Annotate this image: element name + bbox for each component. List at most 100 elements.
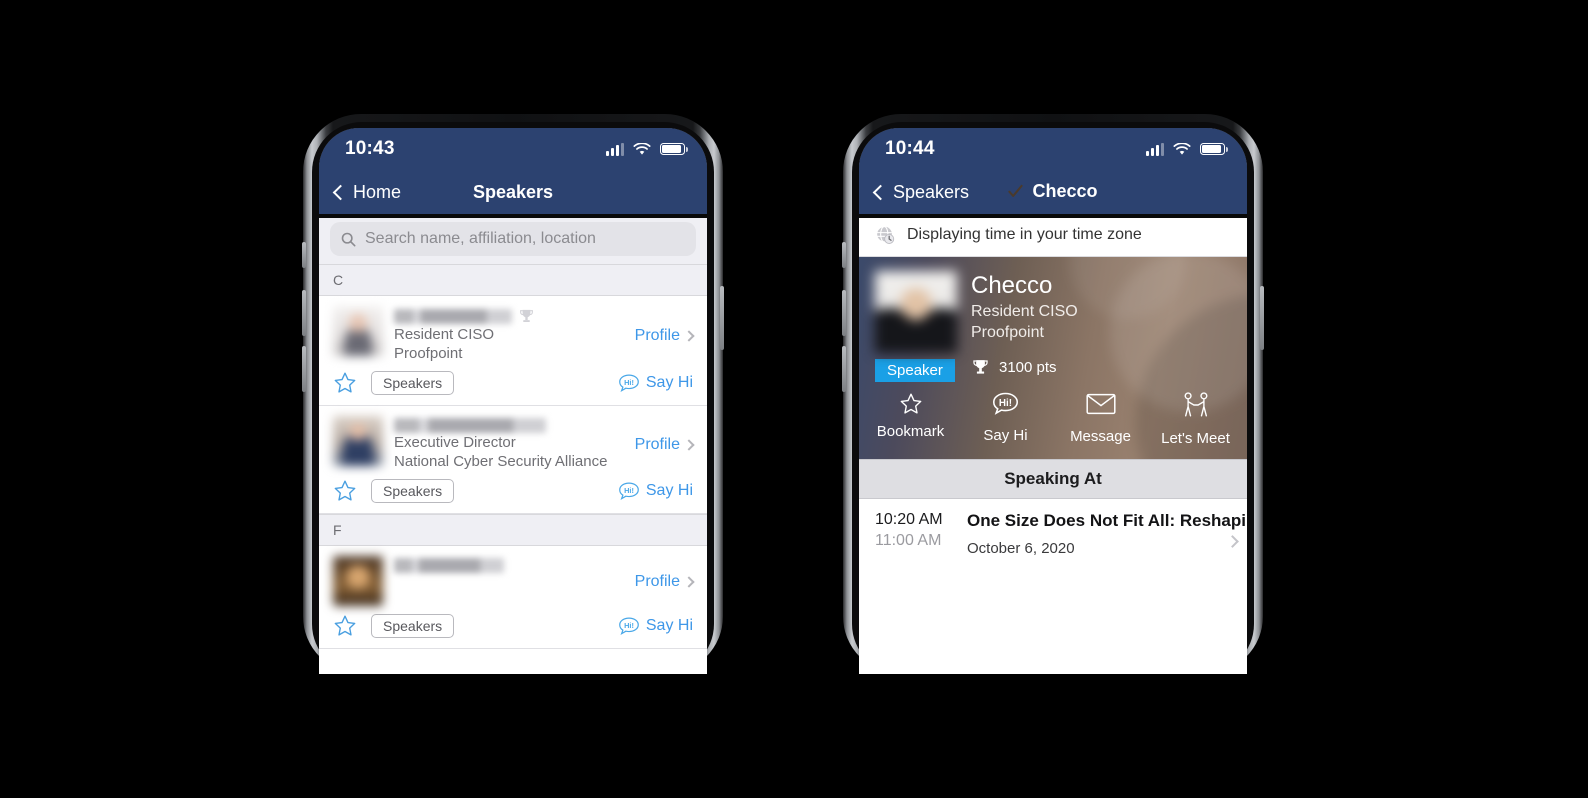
session-date: October 6, 2020	[967, 540, 1075, 557]
list-section-header: C	[319, 264, 707, 296]
profile-actions[interactable]: Bookmark Hi! Say Hi Message Let's Meet	[859, 382, 1247, 459]
timezone-notice: Displaying time in your time zone	[859, 214, 1247, 257]
person-name	[394, 418, 546, 433]
list-item[interactable]: Executive Director National Cyber Securi…	[319, 406, 707, 514]
status-clock: 10:44	[885, 138, 935, 159]
back-button-label: Home	[353, 181, 402, 202]
wifi-icon	[633, 142, 651, 155]
star-outline-icon	[334, 372, 356, 393]
session-end-time: 11:00 AM	[875, 532, 942, 549]
screenshot-stage: 10:43 Home Speakers Search name, affilia…	[0, 0, 1588, 798]
back-button-home[interactable]: Home	[332, 181, 402, 203]
profile-hero-row: Speaker Checco Resident CISO Proofpoint	[859, 257, 1247, 382]
list-item-actions: Speakers Hi! Say Hi	[333, 471, 693, 513]
person-info	[394, 556, 624, 606]
chevron-left-icon	[332, 184, 349, 200]
role-tag[interactable]: Speakers	[371, 371, 455, 395]
list-item-main: Profile	[333, 556, 695, 606]
back-button-label: Speakers	[893, 181, 970, 202]
profile-link-label: Profile	[634, 326, 680, 344]
back-button-speakers[interactable]: Speakers	[872, 181, 970, 203]
status-icons	[1146, 142, 1228, 156]
mute-switch[interactable]	[302, 242, 306, 268]
profile-link-button[interactable]: Profile	[634, 556, 695, 606]
list-item-main: Executive Director National Cyber Securi…	[333, 416, 695, 471]
say-hi-button[interactable]: Hi! Say Hi	[618, 617, 693, 635]
say-hi-button[interactable]: Hi! Say Hi	[618, 482, 693, 500]
session-row[interactable]: 10:20 AM 11:00 AM One Size Does Not Fit …	[859, 499, 1247, 569]
list-section-header: F	[319, 514, 707, 546]
signal-bars-icon	[1146, 142, 1164, 156]
action-bookmark[interactable]: Bookmark	[863, 392, 958, 447]
phone-device-right: 10:44 Speakers Checco Displaying time in…	[842, 114, 1264, 674]
list-item-actions: Speakers Hi! Say Hi	[333, 606, 693, 648]
session-times: 10:20 AM 11:00 AM	[875, 509, 953, 552]
trophy-icon	[973, 360, 988, 374]
chevron-right-icon	[683, 329, 695, 342]
volume-up-button[interactable]	[842, 290, 846, 336]
status-badge: Speaker	[875, 359, 955, 382]
person-org: National Cyber Security Alliance	[394, 453, 608, 470]
power-button[interactable]	[720, 286, 724, 350]
screen-left: 10:43 Home Speakers Search name, affilia…	[319, 128, 707, 674]
timezone-text: Displaying time in your time zone	[907, 226, 1142, 243]
volume-down-button[interactable]	[302, 346, 306, 392]
power-button[interactable]	[1260, 286, 1264, 350]
profile-info: Checco Resident CISO Proofpoint 3100 pts	[971, 271, 1231, 382]
action-say-hi[interactable]: Hi! Say Hi	[958, 392, 1053, 447]
svg-text:Hi!: Hi!	[999, 398, 1012, 409]
person-name-row	[394, 418, 624, 433]
avatar	[333, 416, 383, 466]
list-item-main: Resident CISO Proofpoint Profile	[333, 306, 695, 363]
person-title: Resident CISO	[394, 326, 495, 343]
mute-switch[interactable]	[842, 242, 846, 268]
person-org: Proofpoint	[394, 345, 463, 362]
sessions-list[interactable]: 10:20 AM 11:00 AM One Size Does Not Fit …	[859, 499, 1247, 569]
svg-text:Hi!: Hi!	[624, 621, 634, 630]
profile-avatar-column: Speaker	[875, 271, 957, 382]
handshake-icon	[1180, 392, 1212, 423]
bookmark-button[interactable]	[333, 614, 357, 638]
list-item[interactable]: Resident CISO Proofpoint Profile Speaker…	[319, 296, 707, 406]
profile-link-button[interactable]: Profile	[635, 416, 695, 471]
action-let-s-meet[interactable]: Let's Meet	[1148, 392, 1243, 447]
person-name-row	[394, 308, 624, 325]
person-name-row	[394, 558, 624, 573]
chevron-right-icon	[683, 576, 695, 588]
handshake-icon	[1184, 392, 1207, 417]
battery-icon	[660, 143, 688, 155]
say-hi-button[interactable]: Hi! Say Hi	[618, 374, 693, 392]
phone-device-left: 10:43 Home Speakers Search name, affilia…	[302, 114, 724, 674]
star-outline-icon	[334, 615, 356, 636]
nav-bar-right: Speakers Checco	[859, 170, 1247, 214]
nav-bar-left: Home Speakers	[319, 170, 707, 214]
avatar	[333, 306, 383, 356]
bookmark-button[interactable]	[333, 479, 357, 503]
profile-title: Resident CISO	[971, 303, 1078, 320]
points-row: 3100 pts	[971, 358, 1231, 377]
star-outline-icon	[334, 480, 356, 501]
profile-link-button[interactable]: Profile	[634, 306, 695, 363]
volume-down-button[interactable]	[842, 346, 846, 392]
signal-bars-icon	[606, 142, 624, 156]
action-label: Let's Meet	[1161, 430, 1230, 447]
profile-org: Proofpoint	[971, 324, 1044, 341]
profile-link-label: Profile	[634, 573, 680, 590]
status-clock: 10:43	[345, 138, 395, 159]
say-hi-label: Say Hi	[645, 374, 693, 391]
search-placeholder: Search name, affiliation, location	[365, 230, 596, 247]
speakers-list[interactable]: C Resident CISO Proofpoint Profile Speak…	[319, 264, 707, 649]
avatar	[333, 556, 383, 606]
volume-up-button[interactable]	[302, 290, 306, 336]
bookmark-button[interactable]	[333, 371, 357, 395]
say-hi-bubble-icon: Hi!	[619, 374, 639, 392]
list-item[interactable]: Profile Speakers Hi! Say Hi	[319, 546, 707, 649]
action-message[interactable]: Message	[1053, 392, 1148, 447]
search-input[interactable]: Search name, affiliation, location	[330, 222, 696, 256]
role-tag[interactable]: Speakers	[371, 479, 455, 503]
action-label: Message	[1070, 428, 1131, 445]
role-tag[interactable]: Speakers	[371, 614, 455, 638]
battery-icon	[1200, 143, 1228, 155]
speaking-at-header: Speaking At	[859, 459, 1247, 499]
star-outline-icon	[900, 393, 921, 414]
